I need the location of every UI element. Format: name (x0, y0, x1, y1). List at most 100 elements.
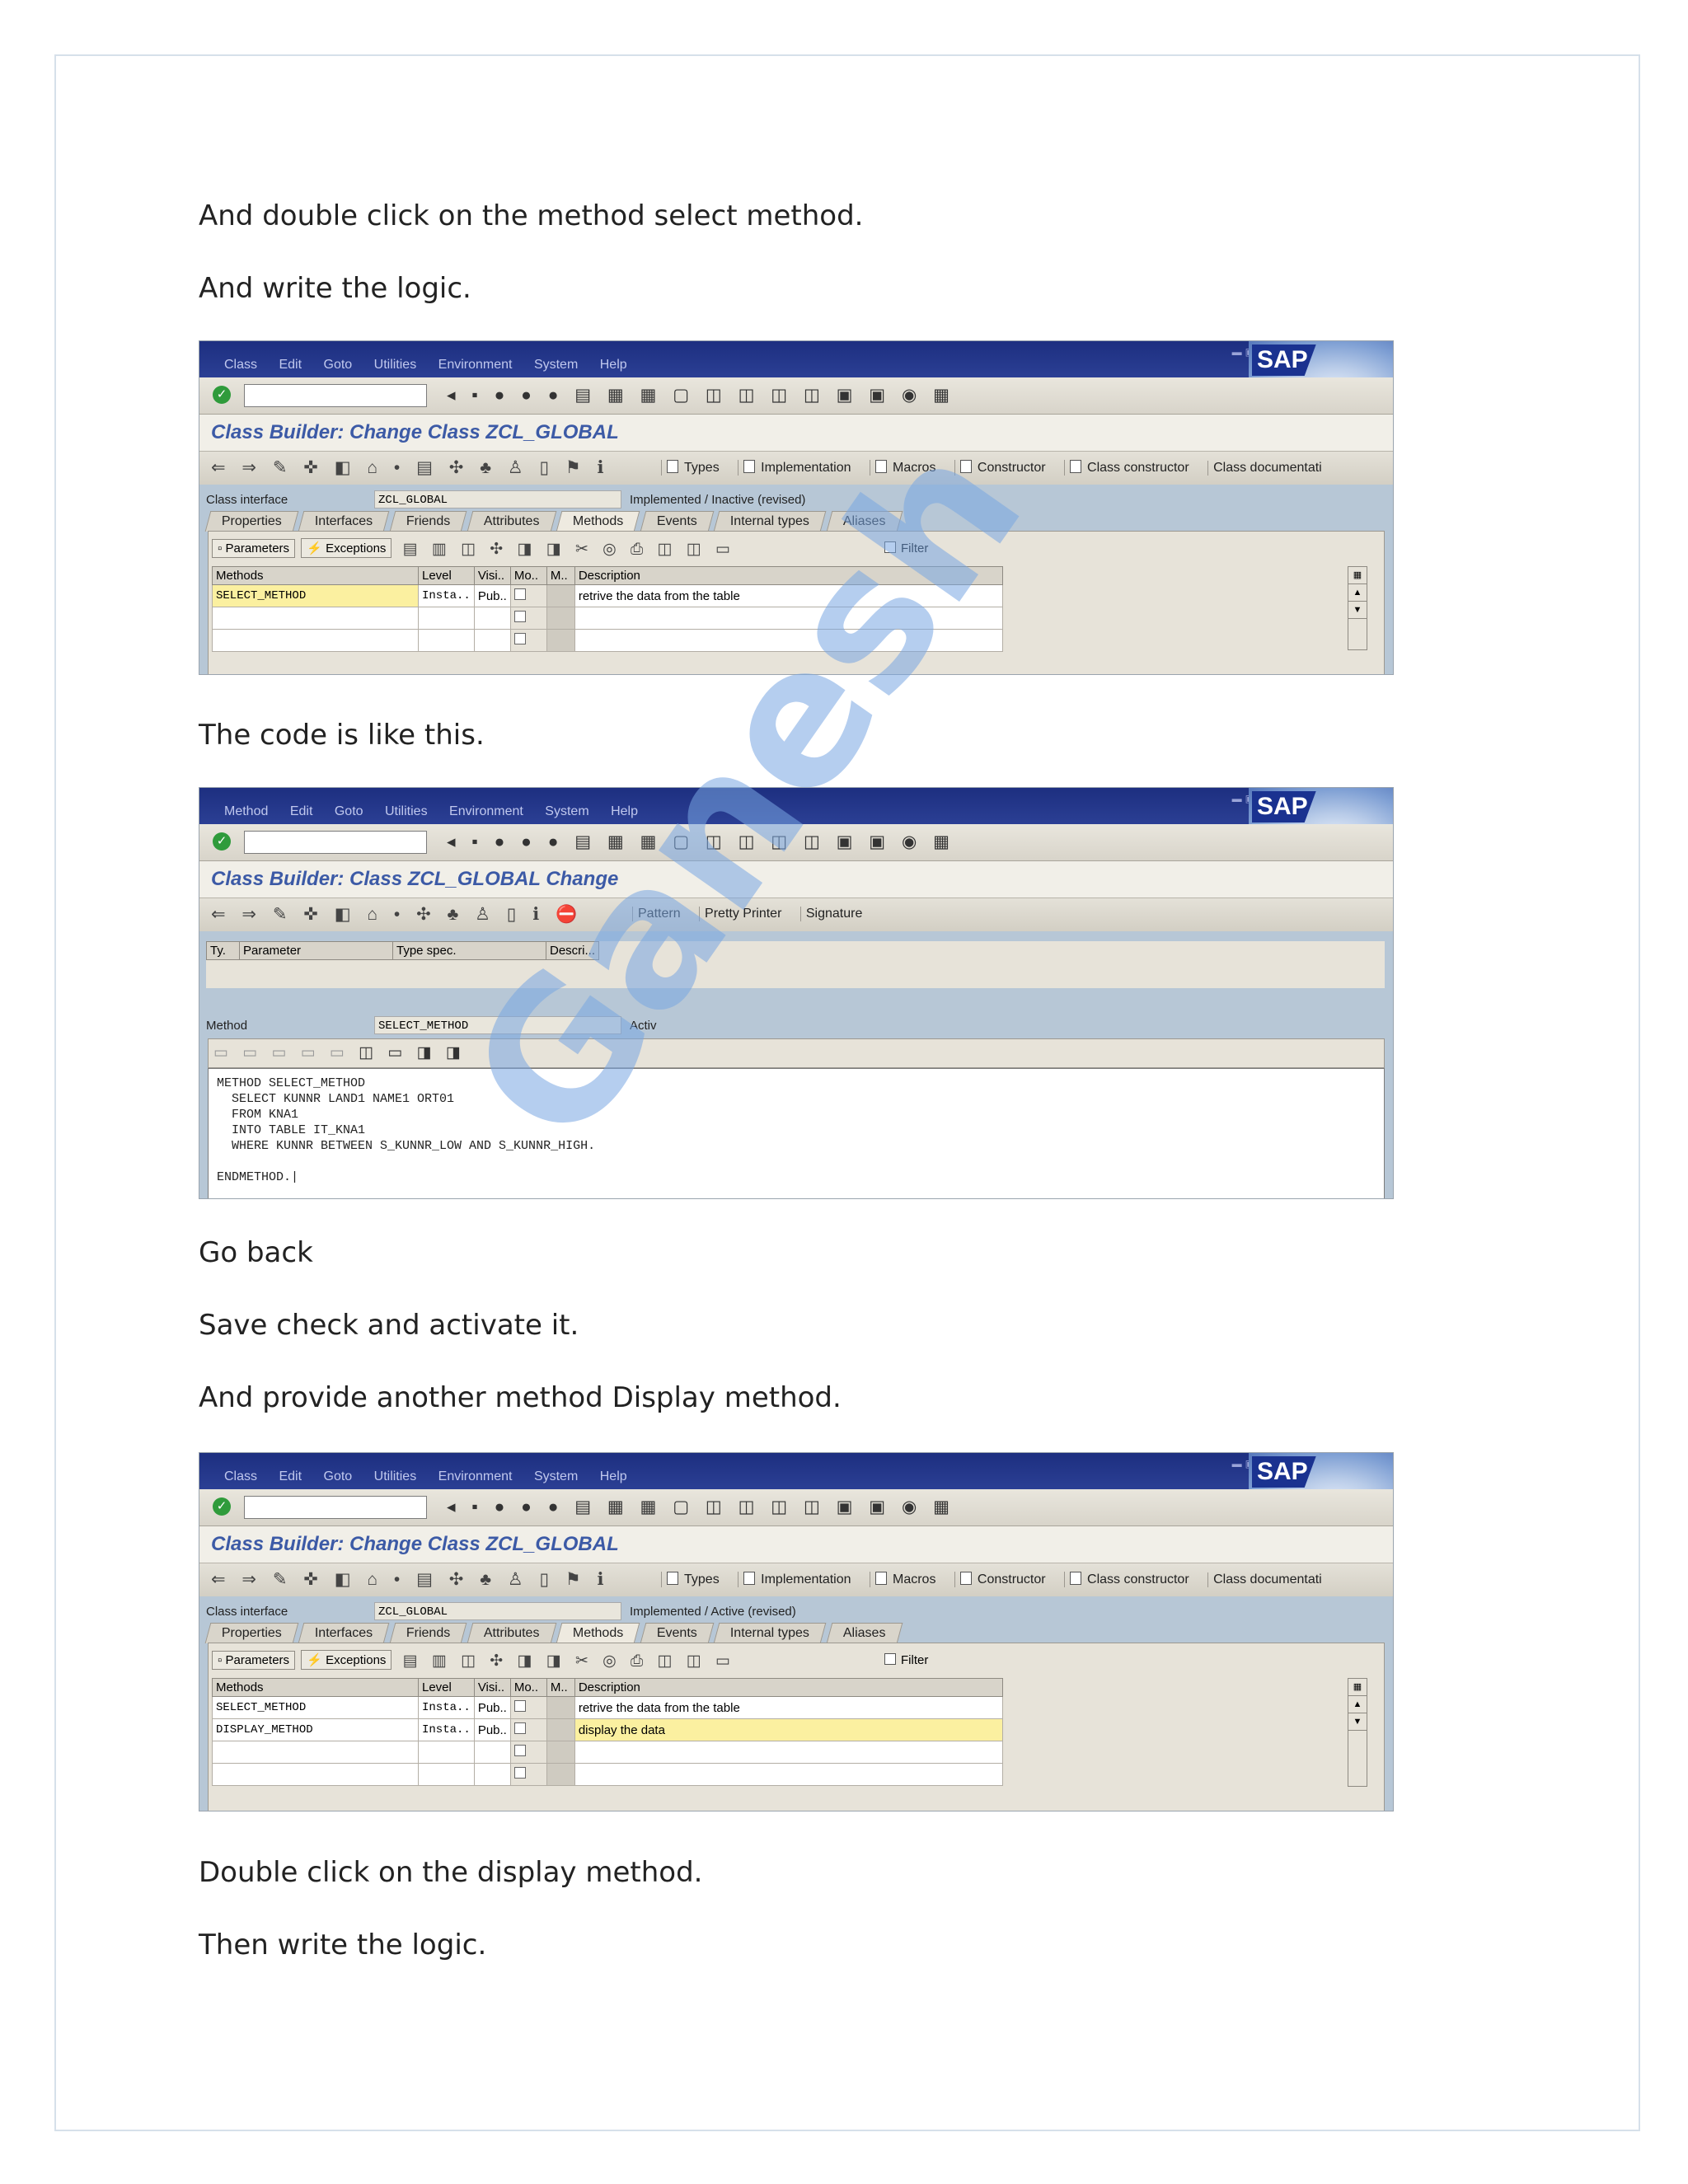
constructor-button[interactable]: Constructor (954, 460, 1054, 476)
tab-aliases[interactable]: Aliases (826, 511, 903, 532)
tab-properties[interactable]: Properties (204, 1623, 299, 1643)
menu-environment[interactable]: Environment (449, 804, 523, 818)
methods-toolbar-icons[interactable]: ▤ ▥ ◫ ✣ ◨ ◨ ✂ ◎ ⎙ ◫ ◫ ▭ (403, 1652, 735, 1671)
enter-icon[interactable]: ✓ (213, 1497, 231, 1516)
exceptions-button[interactable]: ⚡ Exceptions (301, 538, 392, 558)
editor-toolbar-icons[interactable]: ▭ ▭ ▭ ▭ ▭ ◫ ▭ ◨ ◨ (213, 1043, 466, 1062)
tab-friends[interactable]: Friends (389, 511, 467, 532)
table-row[interactable] (212, 1763, 1004, 1786)
method-name-cell[interactable]: SELECT_METHOD (212, 584, 419, 607)
tab-internal-types[interactable]: Internal types (713, 1623, 827, 1643)
class-constructor-button[interactable]: Class constructor (1064, 460, 1198, 476)
description-cell[interactable]: retrive the data from the table (574, 584, 1004, 607)
column-header[interactable]: Description (574, 1678, 1004, 1697)
class-documentation-button[interactable]: Class documentati (1207, 1572, 1330, 1587)
toolbar-icons[interactable]: ◂ ▪ ● ● ● ▤ ▦ ▦ ▢ ◫ ◫ ◫ ◫ ▣ ▣ ◉ ▦ (447, 1497, 955, 1517)
signature-button[interactable]: Signature (799, 907, 871, 921)
methods-toolbar-icons[interactable]: ▤ ▥ ◫ ✣ ◨ ◨ ✂ ◎ ⎙ ◫ ◫ ▭ (403, 540, 735, 559)
filter-checkbox[interactable]: Filter (884, 541, 928, 555)
menu-utilities[interactable]: Utilities (385, 804, 428, 818)
level-cell[interactable]: Insta.. (418, 1696, 475, 1719)
tab-interfaces[interactable]: Interfaces (298, 511, 390, 532)
modeled-checkbox[interactable] (509, 584, 547, 607)
tab-interfaces[interactable]: Interfaces (298, 1623, 390, 1643)
code-editor[interactable]: METHOD SELECT_METHOD SELECT KUNNR LAND1 … (208, 1068, 1385, 1198)
tab-properties[interactable]: Properties (204, 511, 299, 532)
table-row[interactable] (212, 629, 1004, 652)
tab-methods[interactable]: Methods (556, 1623, 640, 1643)
table-row[interactable] (212, 607, 1004, 630)
menu-help[interactable]: Help (611, 804, 638, 818)
column-header[interactable]: M.. (546, 566, 575, 585)
menu-system[interactable]: System (534, 1469, 578, 1483)
visibility-cell[interactable]: Pub.. (473, 1718, 511, 1741)
menu-goto[interactable]: Goto (324, 1469, 353, 1483)
modeled-checkbox[interactable] (509, 1696, 547, 1719)
macros-button[interactable]: Macros (869, 460, 944, 476)
column-header[interactable]: Visi.. (473, 1678, 511, 1697)
menu-help[interactable]: Help (600, 358, 627, 372)
filter-checkbox[interactable]: Filter (884, 1653, 928, 1667)
exceptions-button[interactable]: ⚡ Exceptions (301, 1650, 392, 1670)
tab-attributes[interactable]: Attributes (467, 511, 556, 532)
tab-attributes[interactable]: Attributes (467, 1623, 556, 1643)
enter-icon[interactable]: ✓ (213, 386, 231, 404)
app-toolbar-icons[interactable]: ⇐ ⇒ ✎ ✜ ◧ ⌂ • ▤ ✣ ♣ ♙ ▯ ⚑ ℹ (211, 457, 610, 478)
description-cell[interactable]: retrive the data from the table (574, 1696, 1004, 1719)
parameters-button[interactable]: ▫ Parameters (212, 1651, 296, 1670)
column-header[interactable]: Descri... (545, 941, 600, 960)
command-field[interactable] (244, 1496, 427, 1519)
menu-goto[interactable]: Goto (324, 358, 353, 372)
enter-icon[interactable]: ✓ (213, 832, 231, 851)
menu-edit[interactable]: Edit (279, 1469, 302, 1483)
table-row[interactable] (212, 1741, 1004, 1764)
visibility-cell[interactable]: Pub.. (473, 1696, 511, 1719)
column-header[interactable]: Level (418, 1678, 475, 1697)
command-field[interactable] (244, 384, 427, 407)
menu-method[interactable]: Method (224, 804, 268, 818)
menu-environment[interactable]: Environment (438, 358, 513, 372)
implementation-button[interactable]: Implementation (738, 1572, 859, 1587)
menu-edit[interactable]: Edit (290, 804, 313, 818)
macros-button[interactable]: Macros (869, 1572, 944, 1587)
column-header[interactable]: Mo.. (509, 566, 547, 585)
column-header[interactable]: Type spec. (392, 941, 546, 960)
tab-events[interactable]: Events (640, 511, 715, 532)
method-name-cell[interactable]: SELECT_METHOD (212, 1696, 419, 1719)
toolbar-icons[interactable]: ◂ ▪ ● ● ● ▤ ▦ ▦ ▢ ◫ ◫ ◫ ◫ ▣ ▣ ◉ ▦ (447, 832, 955, 852)
visibility-cell[interactable]: Pub.. (473, 584, 511, 607)
tab-events[interactable]: Events (640, 1623, 715, 1643)
types-button[interactable]: Types (661, 460, 728, 476)
tab-aliases[interactable]: Aliases (826, 1623, 903, 1643)
vertical-scrollbar[interactable]: ▦ ▲ ▼ (1348, 1678, 1367, 1787)
tab-internal-types[interactable]: Internal types (713, 511, 827, 532)
column-header[interactable]: Mo.. (509, 1678, 547, 1697)
command-field[interactable] (244, 831, 427, 854)
tab-friends[interactable]: Friends (389, 1623, 467, 1643)
level-cell[interactable]: Insta.. (418, 584, 475, 607)
pretty-printer-button[interactable]: Pretty Printer (699, 907, 790, 921)
column-header[interactable]: Visi.. (473, 566, 511, 585)
column-header[interactable]: Level (418, 566, 475, 585)
menu-help[interactable]: Help (600, 1469, 627, 1483)
column-header[interactable]: M.. (546, 1678, 575, 1697)
column-header[interactable]: Parameter (239, 941, 393, 960)
tab-methods[interactable]: Methods (556, 511, 640, 532)
menu-system[interactable]: System (534, 358, 578, 372)
constructor-button[interactable]: Constructor (954, 1572, 1054, 1587)
column-header[interactable]: Methods (212, 1678, 419, 1697)
table-row[interactable]: SELECT_METHOD Insta.. Pub.. retrive the … (212, 584, 1004, 607)
table-row[interactable]: SELECT_METHOD Insta.. Pub.. retrive the … (212, 1696, 1004, 1719)
class-documentation-button[interactable]: Class documentati (1207, 461, 1330, 476)
menu-goto[interactable]: Goto (335, 804, 363, 818)
column-header[interactable]: Ty. (206, 941, 240, 960)
app-toolbar-icons[interactable]: ⇐ ⇒ ✎ ✜ ◧ ⌂ • ✣ ♣ ♙ ▯ ℹ ⛔ (211, 904, 583, 925)
parameters-button[interactable]: ▫ Parameters (212, 539, 296, 558)
vertical-scrollbar[interactable]: ▦ ▲ ▼ (1348, 566, 1367, 650)
menu-class[interactable]: Class (224, 358, 257, 372)
menu-environment[interactable]: Environment (438, 1469, 513, 1483)
level-cell[interactable]: Insta.. (418, 1718, 475, 1741)
types-button[interactable]: Types (661, 1572, 728, 1587)
menu-utilities[interactable]: Utilities (374, 358, 417, 372)
app-toolbar-icons[interactable]: ⇐ ⇒ ✎ ✜ ◧ ⌂ • ▤ ✣ ♣ ♙ ▯ ⚑ ℹ (211, 1569, 610, 1590)
